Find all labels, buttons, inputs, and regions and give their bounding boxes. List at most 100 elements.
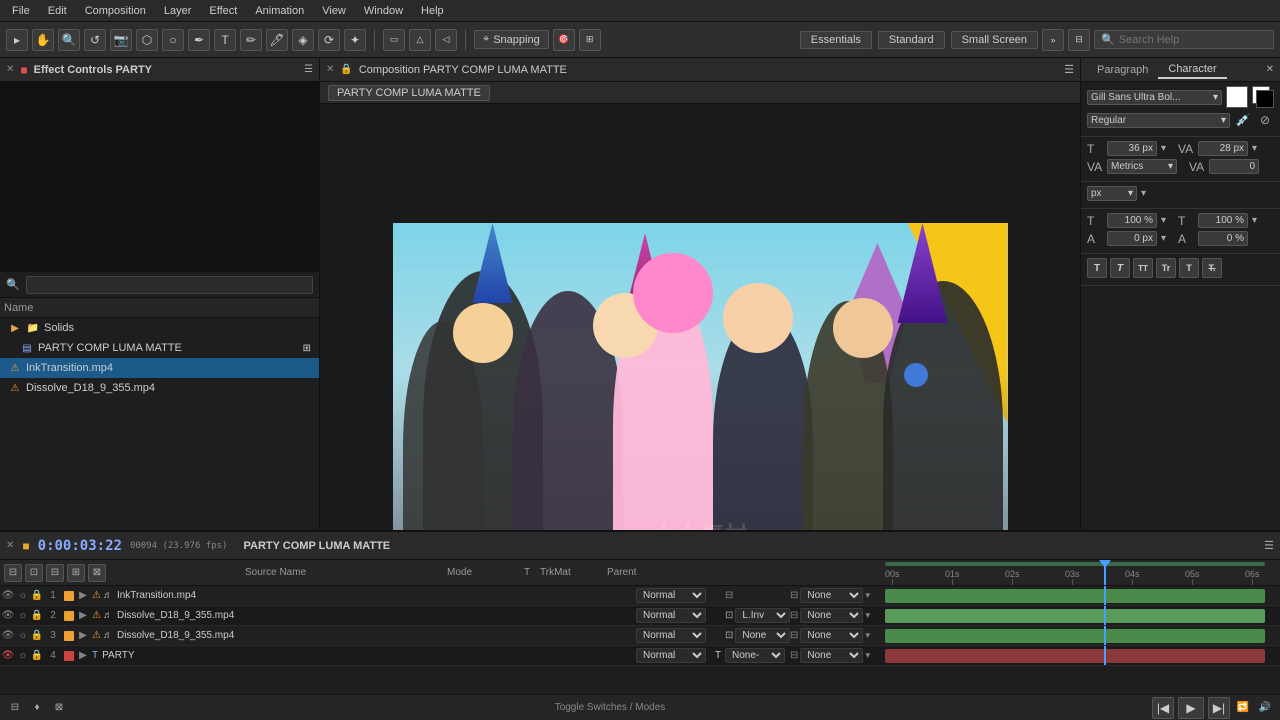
scale-v-dropdown[interactable]: ▾ bbox=[1252, 215, 1257, 226]
brush-tool-btn[interactable]: ✏ bbox=[240, 29, 262, 51]
layer-1-lock[interactable]: 🔒 bbox=[30, 586, 44, 606]
menu-view[interactable]: View bbox=[314, 3, 354, 19]
shape-oval-btn[interactable]: ○ bbox=[162, 29, 184, 51]
play-pause-btn[interactable]: ▶ bbox=[1178, 697, 1204, 719]
layer-2-mode-select[interactable]: Normal bbox=[636, 608, 706, 623]
project-item-ink[interactable]: ⚠ InkTransition.mp4 bbox=[0, 358, 319, 378]
layer-3-parent-select[interactable]: None bbox=[800, 628, 863, 643]
mask-btn[interactable]: ⬡ bbox=[136, 29, 158, 51]
comp-mini-flowchart-btn[interactable]: ⊟ bbox=[4, 564, 22, 582]
font-size-dropdown[interactable]: ▾ bbox=[1161, 143, 1166, 154]
tracking-input[interactable] bbox=[1198, 141, 1248, 156]
more-workspaces-btn[interactable]: » bbox=[1042, 29, 1064, 51]
project-item-solids[interactable]: ▶ 📁 Solids bbox=[0, 318, 319, 338]
menu-file[interactable]: File bbox=[4, 3, 38, 19]
comp-breadcrumb-item[interactable]: PARTY COMP LUMA MATTE bbox=[328, 85, 490, 101]
format-all-caps-btn[interactable]: TT bbox=[1133, 258, 1153, 278]
format-italic-btn[interactable]: T bbox=[1110, 258, 1130, 278]
menu-effect[interactable]: Effect bbox=[201, 3, 245, 19]
project-panel-close[interactable]: ✕ bbox=[6, 64, 14, 75]
layer-2-parent-select[interactable]: None bbox=[800, 608, 863, 623]
shape-tool-3[interactable]: ◁ bbox=[435, 29, 457, 51]
align-btn[interactable]: ⊞ bbox=[579, 29, 601, 51]
eyedropper-fill-btn[interactable]: 💉 bbox=[1234, 111, 1252, 129]
stroke-color-swatch[interactable] bbox=[1252, 86, 1274, 108]
zoom-tool-btn[interactable]: 🔍 bbox=[58, 29, 80, 51]
char-panel-close[interactable]: ✕ bbox=[1266, 64, 1274, 75]
project-item-comp[interactable]: ▤ PARTY COMP LUMA MATTE ⊞ bbox=[0, 338, 319, 358]
graph-editor-btn[interactable]: ⊠ bbox=[88, 564, 106, 582]
eraser-btn[interactable]: ◈ bbox=[292, 29, 314, 51]
menu-layer[interactable]: Layer bbox=[156, 3, 200, 19]
menu-edit[interactable]: Edit bbox=[40, 3, 75, 19]
step-forward-btn[interactable]: ▶| bbox=[1208, 697, 1230, 719]
pen-tool-btn[interactable]: ✒ bbox=[188, 29, 210, 51]
toggle-switches-label[interactable]: Toggle Switches / Modes bbox=[72, 702, 1148, 713]
format-strike-btn[interactable]: T. bbox=[1202, 258, 1222, 278]
layer-1-mode-select[interactable]: Normal bbox=[636, 588, 706, 603]
workspace-standard[interactable]: Standard bbox=[878, 31, 945, 49]
fill-color-swatch[interactable] bbox=[1226, 86, 1248, 108]
comp-marker-btn[interactable]: ♦ bbox=[28, 699, 46, 717]
eyedropper-stroke-btn[interactable]: ⊘ bbox=[1256, 111, 1274, 129]
layer-3-lock[interactable]: 🔒 bbox=[30, 626, 44, 646]
camera-btn[interactable]: 📷 bbox=[110, 29, 132, 51]
metrics-select[interactable]: Metrics ▾ bbox=[1107, 159, 1177, 174]
baseline-dropdown[interactable]: ▾ bbox=[1161, 233, 1166, 244]
layer-1-solo[interactable]: ☼ bbox=[16, 586, 30, 606]
layer-1-eye[interactable]: 👁 bbox=[0, 586, 16, 606]
layer-4-lock[interactable]: 🔒 bbox=[30, 646, 44, 666]
layer-1-parent-select[interactable]: None bbox=[800, 588, 863, 603]
layout-btn[interactable]: ⊟ bbox=[1068, 29, 1090, 51]
layer-3-solo[interactable]: ☼ bbox=[16, 626, 30, 646]
font-family-select[interactable]: Gill Sans Ultra Bol... ▾ bbox=[1087, 90, 1222, 105]
project-item-dissolve[interactable]: ⚠ Dissolve_D18_9_355.mp4 bbox=[0, 378, 319, 398]
work-area-bar[interactable] bbox=[885, 562, 1265, 566]
format-super-btn[interactable]: T bbox=[1179, 258, 1199, 278]
paragraph-tab[interactable]: Paragraph bbox=[1087, 62, 1158, 78]
shape-tool-2[interactable]: △ bbox=[409, 29, 431, 51]
roto-btn[interactable]: ⟳ bbox=[318, 29, 340, 51]
undo-btn[interactable]: ↺ bbox=[84, 29, 106, 51]
character-tab[interactable]: Character bbox=[1158, 61, 1226, 79]
font-style-select[interactable]: Regular ▾ bbox=[1087, 113, 1230, 128]
scale-h-input[interactable] bbox=[1107, 213, 1157, 228]
loop-btn[interactable]: 🔁 bbox=[1234, 699, 1252, 717]
track-4-bar[interactable] bbox=[885, 649, 1265, 663]
layer-2-lock[interactable]: 🔒 bbox=[30, 606, 44, 626]
layer-3-expand[interactable]: ▶ bbox=[76, 630, 90, 641]
project-panel-menu[interactable]: ☰ bbox=[304, 64, 313, 75]
audio-btn[interactable]: 🔊 bbox=[1256, 699, 1274, 717]
unit-arrow-btn[interactable]: ▾ bbox=[1141, 188, 1146, 199]
frame-blending-btn[interactable]: ⊞ bbox=[67, 564, 85, 582]
layer-3-mode-select[interactable]: Normal bbox=[636, 628, 706, 643]
layer-4-parent-select[interactable]: None bbox=[800, 648, 863, 663]
format-bold-btn[interactable]: T bbox=[1087, 258, 1107, 278]
puppet-btn[interactable]: ✦ bbox=[344, 29, 366, 51]
menu-animation[interactable]: Animation bbox=[247, 3, 312, 19]
snapping-toggle[interactable]: ⌖ Snapping bbox=[474, 30, 549, 49]
layer-3-trkmat-select[interactable]: None bbox=[735, 628, 790, 643]
layer-3-eye[interactable]: 👁 bbox=[0, 626, 16, 646]
font-size-input[interactable] bbox=[1107, 141, 1157, 156]
workspace-essentials[interactable]: Essentials bbox=[800, 31, 872, 49]
track-2-bar[interactable] bbox=[885, 609, 1265, 623]
snap-options-btn[interactable]: 🎯 bbox=[553, 29, 575, 51]
hand-tool-btn[interactable]: ✋ bbox=[32, 29, 54, 51]
metrics-num-input[interactable] bbox=[1209, 159, 1259, 174]
tracking-dropdown[interactable]: ▾ bbox=[1252, 143, 1257, 154]
draft-3d-btn[interactable]: ⊡ bbox=[25, 564, 43, 582]
scale-v-input[interactable] bbox=[1198, 213, 1248, 228]
layer-2-eye[interactable]: 👁 bbox=[0, 606, 16, 626]
workspace-small-screen[interactable]: Small Screen bbox=[951, 31, 1038, 49]
clone-btn[interactable]: 🖊 bbox=[266, 29, 288, 51]
unit-select[interactable]: px ▾ bbox=[1087, 186, 1137, 201]
comp-header-menu[interactable]: ☰ bbox=[1064, 63, 1074, 76]
layer-4-expand[interactable]: ▶ bbox=[76, 650, 90, 661]
timeline-ruler[interactable]: 00s 01s 02s 03s 04s bbox=[870, 560, 1280, 586]
comp-close-btn[interactable]: ✕ bbox=[326, 64, 334, 75]
layer-1-expand[interactable]: ▶ bbox=[76, 590, 90, 601]
layer-4-mode-select[interactable]: Normal bbox=[636, 648, 706, 663]
layer-2-solo[interactable]: ☼ bbox=[16, 606, 30, 626]
layer-4-trkmat-select[interactable]: None- bbox=[725, 648, 785, 663]
